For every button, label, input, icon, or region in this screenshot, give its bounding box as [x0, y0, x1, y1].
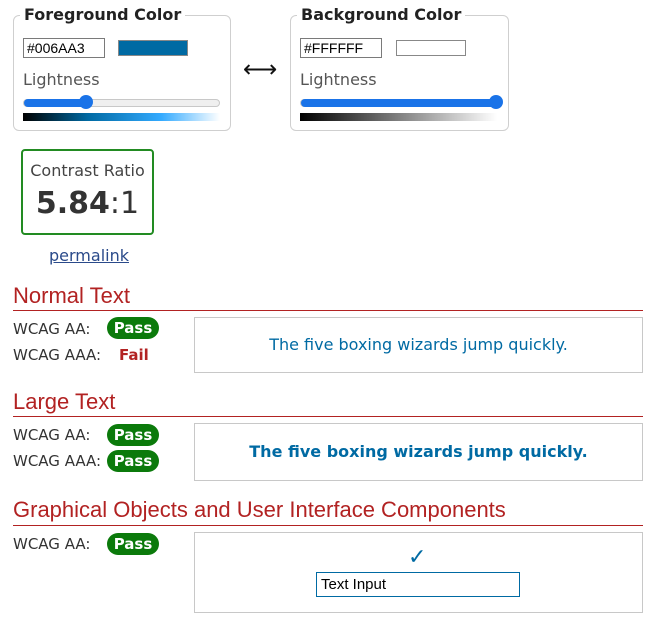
graphical-aa-pass-badge: Pass — [107, 533, 159, 555]
foreground-hex-input[interactable] — [23, 38, 105, 58]
foreground-slider-thumb[interactable] — [79, 95, 94, 109]
large-text-sample: The five boxing wizards jump quickly. — [249, 442, 588, 461]
foreground-lightness-slider[interactable] — [23, 95, 220, 109]
background-lightness-slider[interactable] — [300, 95, 503, 109]
foreground-slider-fill — [24, 99, 87, 107]
large-text-heading: Large Text — [13, 389, 116, 414]
large-aa-label: WCAG AA: — [13, 426, 91, 444]
contrast-ratio-value: 5.84:1 — [23, 186, 152, 221]
normal-text-heading: Normal Text — [13, 283, 130, 308]
background-color-title: Background Color — [301, 5, 462, 24]
contrast-checker: Foreground Color Lightness ⟷ Background … — [0, 0, 652, 627]
contrast-ratio-box: Contrast Ratio 5.84:1 — [21, 149, 154, 235]
background-lightness-gradient — [300, 113, 497, 121]
foreground-color-swatch[interactable] — [118, 40, 188, 56]
swap-colors-button[interactable]: ⟷ — [243, 55, 277, 83]
background-color-swatch[interactable] — [396, 40, 466, 56]
large-aaa-label: WCAG AAA: — [13, 452, 102, 470]
large-text-divider — [13, 416, 643, 417]
normal-text-preview: The five boxing wizards jump quickly. — [194, 317, 643, 373]
permalink-link[interactable]: permalink — [49, 246, 129, 265]
foreground-lightness-gradient — [23, 113, 220, 121]
large-text-preview: The five boxing wizards jump quickly. — [194, 423, 643, 481]
normal-text-divider — [13, 310, 643, 311]
contrast-ratio-suffix: :1 — [109, 186, 140, 221]
normal-aa-pass-badge: Pass — [107, 317, 159, 339]
background-slider-thumb[interactable] — [489, 95, 503, 109]
large-aa-pass-badge: Pass — [107, 424, 159, 446]
background-slider-fill — [301, 99, 496, 107]
contrast-ratio-label: Contrast Ratio — [30, 161, 145, 180]
normal-aaa-fail-text: Fail — [119, 346, 149, 364]
graphical-objects-divider — [13, 525, 643, 526]
large-aaa-pass-badge: Pass — [107, 450, 159, 472]
sample-text-input[interactable] — [316, 572, 520, 597]
graphical-aa-label: WCAG AA: — [13, 535, 91, 553]
background-lightness-label: Lightness — [300, 70, 377, 89]
background-hex-input[interactable] — [300, 38, 382, 58]
foreground-lightness-label: Lightness — [23, 70, 100, 89]
normal-aa-label: WCAG AA: — [13, 320, 91, 338]
normal-aaa-label: WCAG AAA: — [13, 346, 102, 364]
checkmark-icon: ✓ — [408, 545, 427, 570]
normal-text-sample: The five boxing wizards jump quickly. — [269, 335, 568, 354]
contrast-ratio-number: 5.84 — [35, 186, 110, 221]
foreground-color-title: Foreground Color — [24, 5, 182, 24]
graphical-objects-heading: Graphical Objects and User Interface Com… — [13, 497, 506, 522]
